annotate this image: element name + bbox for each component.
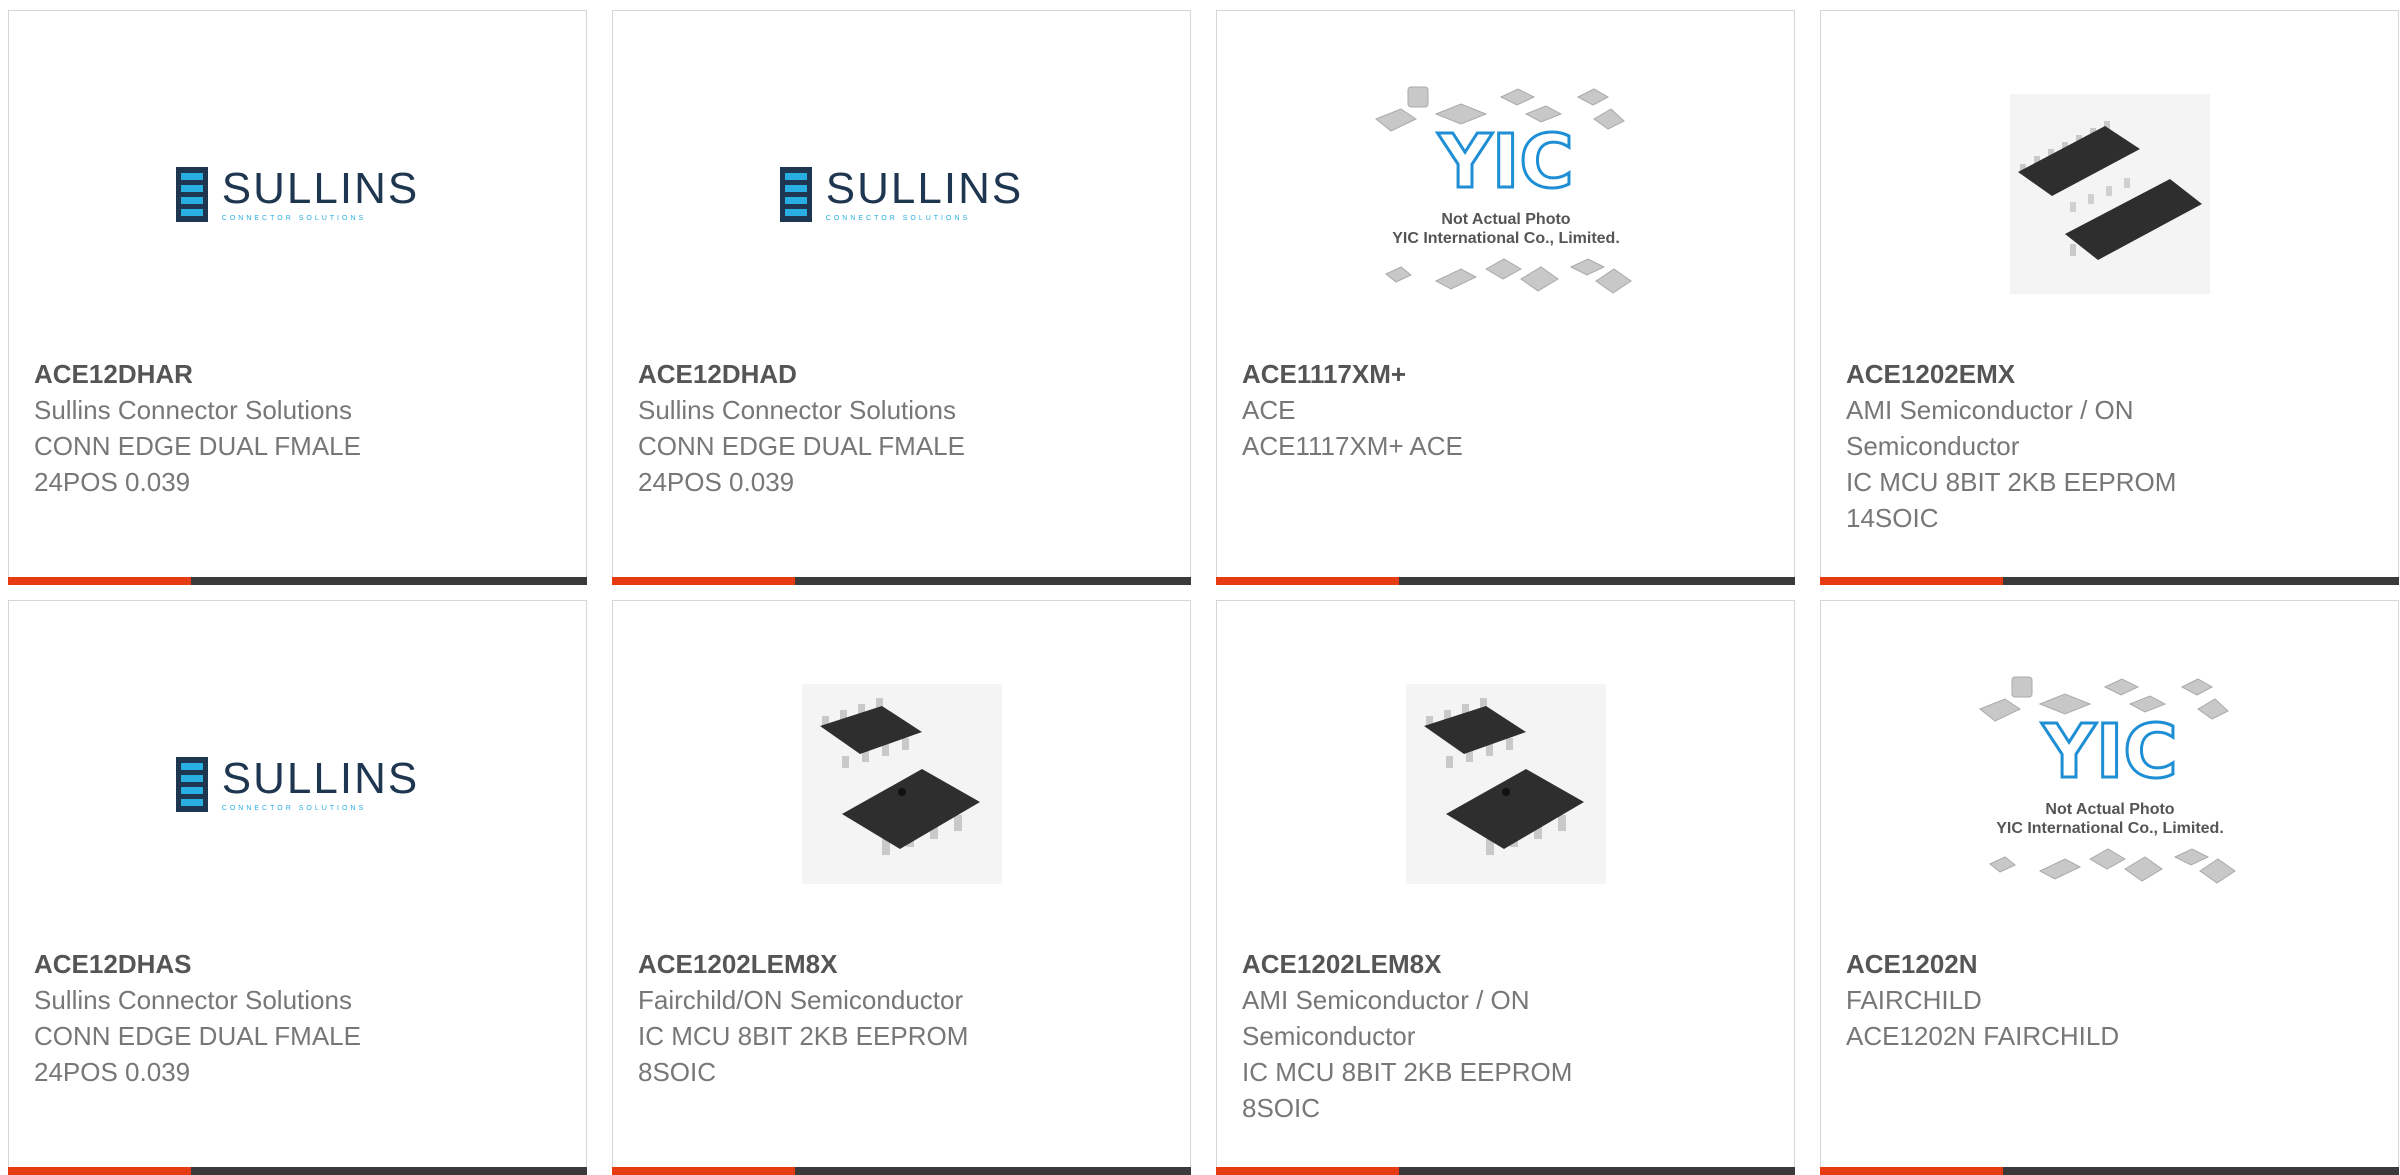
description-line: 24POS 0.039 xyxy=(34,467,191,497)
card-footer-bar xyxy=(1216,1167,1795,1175)
description-line: ACE1117XM+ ACE xyxy=(1242,431,1463,461)
chip-soic8-icon xyxy=(819,698,980,855)
sullins-logo-mark-icon xyxy=(779,166,812,222)
manufacturer: Sullins Connector Solutions xyxy=(34,395,352,425)
description-line: IC MCU 8BIT 2KB EEPROM xyxy=(1242,1057,1573,1087)
description-line: 14SOIC xyxy=(1846,503,1939,533)
part-number[interactable]: ACE12DHAD xyxy=(638,356,1160,392)
product-grid: SULLINS CONNECTOR SOLUTIONS ACE12DHAR Su… xyxy=(0,0,2400,1175)
sullins-logo-mark-icon xyxy=(175,756,208,812)
description-line: IC MCU 8BIT 2KB EEPROM xyxy=(638,1021,969,1051)
manufacturer: ACE xyxy=(1242,395,1296,425)
product-card[interactable]: SULLINS CONNECTOR SOLUTIONS ACE12DHAD Su… xyxy=(612,10,1191,585)
description-line: CONN EDGE DUAL FMALE xyxy=(34,1021,361,1051)
description-line: IC MCU 8BIT 2KB EEPROM xyxy=(1846,467,2177,497)
product-image: SULLINS CONNECTOR SOLUTIONS xyxy=(9,69,586,319)
soic8-photo xyxy=(1405,684,1606,884)
card-footer-bar xyxy=(1216,577,1795,585)
yic-caption-line: Not Actual Photo xyxy=(1441,211,1570,228)
card-footer-bar xyxy=(8,1167,587,1175)
sullins-logo: SULLINS CONNECTOR SOLUTIONS xyxy=(175,753,420,812)
card-footer-bar xyxy=(1820,1167,2399,1175)
card-footer-bar xyxy=(8,577,587,585)
yic-caption-line: Not Actual Photo xyxy=(2045,801,2174,818)
product-image: YIC Not Actual Photo YIC International C… xyxy=(1217,69,1794,319)
description-line: CONN EDGE DUAL FMALE xyxy=(34,431,361,461)
sullins-logo-mark-icon xyxy=(175,166,208,222)
logo-name: SULLINS xyxy=(221,163,420,213)
soic14-photo xyxy=(2009,94,2210,294)
sullins-logo: SULLINS CONNECTOR SOLUTIONS xyxy=(779,163,1024,222)
soic8-photo xyxy=(801,684,1002,884)
product-image: SULLINS CONNECTOR SOLUTIONS xyxy=(613,69,1190,319)
part-number[interactable]: ACE1202N xyxy=(1846,946,2368,982)
description-line: 8SOIC xyxy=(1242,1093,1321,1123)
manufacturer: Sullins Connector Solutions xyxy=(34,985,352,1015)
description-line: 24POS 0.039 xyxy=(34,1057,191,1087)
yic-placeholder-image: YIC Not Actual Photo YIC International C… xyxy=(1978,676,2236,884)
manufacturer: AMI Semiconductor / ON xyxy=(1242,985,1530,1015)
part-number[interactable]: ACE1202LEM8X xyxy=(1242,946,1764,982)
manufacturer: Sullins Connector Solutions xyxy=(638,395,956,425)
manufacturer: Fairchild/ON Semiconductor xyxy=(638,985,964,1015)
card-footer-bar xyxy=(612,577,1191,585)
product-image: SULLINS CONNECTOR SOLUTIONS xyxy=(9,659,586,909)
product-card[interactable]: YIC Not Actual Photo YIC International C… xyxy=(1820,600,2399,1175)
logo-name: SULLINS xyxy=(221,753,420,803)
part-number[interactable]: ACE12DHAR xyxy=(34,356,556,392)
yic-logo-mark: YIC xyxy=(1437,119,1573,205)
manufacturer: Semiconductor xyxy=(1846,431,2020,461)
yic-placeholder-image: YIC Not Actual Photo YIC International C… xyxy=(1374,86,1632,294)
description-line: ACE1202N FAIRCHILD xyxy=(1846,1021,2120,1051)
product-card[interactable]: YIC Not Actual Photo YIC International C… xyxy=(1216,10,1795,585)
description-line: CONN EDGE DUAL FMALE xyxy=(638,431,965,461)
card-footer-bar xyxy=(1820,577,2399,585)
chip-soic14-icon xyxy=(2017,121,2202,260)
part-number[interactable]: ACE1202EMX xyxy=(1846,356,2368,392)
product-card[interactable]: ACE1202LEM8X AMI Semiconductor / ON Semi… xyxy=(1216,600,1795,1175)
yic-caption-line: YIC International Co., Limited. xyxy=(1392,230,1620,247)
product-card[interactable]: SULLINS CONNECTOR SOLUTIONS ACE12DHAR Su… xyxy=(8,10,587,585)
logo-tagline: CONNECTOR SOLUTIONS xyxy=(825,214,971,222)
part-number[interactable]: ACE1202LEM8X xyxy=(638,946,1160,982)
logo-tagline: CONNECTOR SOLUTIONS xyxy=(221,214,367,222)
logo-name: SULLINS xyxy=(825,163,1024,213)
yic-caption-line: YIC International Co., Limited. xyxy=(1996,820,2224,837)
chip-soic8-icon xyxy=(1423,698,1584,855)
part-number[interactable]: ACE1117XM+ xyxy=(1242,356,1764,392)
description-line: 24POS 0.039 xyxy=(638,467,795,497)
product-image: YIC Not Actual Photo YIC International C… xyxy=(1821,659,2398,909)
card-footer-bar xyxy=(612,1167,1191,1175)
manufacturer: FAIRCHILD xyxy=(1846,985,1982,1015)
logo-tagline: CONNECTOR SOLUTIONS xyxy=(221,804,367,812)
part-number[interactable]: ACE12DHAS xyxy=(34,946,556,982)
yic-logo-mark: YIC xyxy=(2041,709,2177,795)
product-image xyxy=(1821,69,2398,319)
product-card[interactable]: ACE1202LEM8X Fairchild/ON Semiconductor … xyxy=(612,600,1191,1175)
product-image xyxy=(613,659,1190,909)
manufacturer: AMI Semiconductor / ON xyxy=(1846,395,2134,425)
manufacturer: Semiconductor xyxy=(1242,1021,1416,1051)
description-line: 8SOIC xyxy=(638,1057,717,1087)
product-image xyxy=(1217,659,1794,909)
product-card[interactable]: ACE1202EMX AMI Semiconductor / ON Semico… xyxy=(1820,10,2399,585)
product-card[interactable]: SULLINS CONNECTOR SOLUTIONS ACE12DHAS Su… xyxy=(8,600,587,1175)
sullins-logo: SULLINS CONNECTOR SOLUTIONS xyxy=(175,163,420,222)
